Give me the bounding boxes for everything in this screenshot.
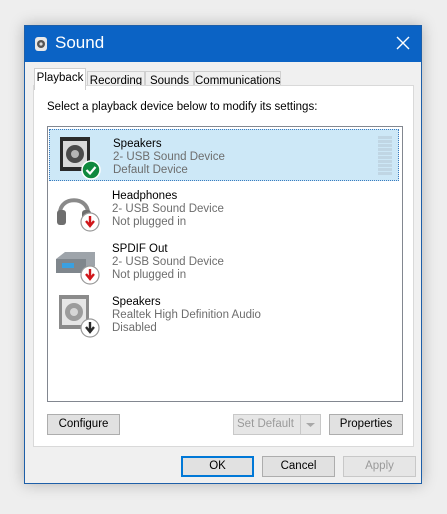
set-default-button[interactable]: Set Default — [233, 414, 321, 435]
device-item-headphones[interactable]: Headphones 2- USB Sound Device Not plugg… — [49, 182, 399, 234]
apply-button[interactable]: Apply — [343, 456, 416, 477]
device-description: 2- USB Sound Device — [112, 203, 224, 215]
spdif-icon — [56, 252, 100, 285]
device-description: Realtek High Definition Audio — [112, 309, 261, 321]
instruction-text: Select a playback device below to modify… — [47, 101, 318, 113]
sound-dialog: Sound Playback Recording Sounds Communic… — [24, 25, 422, 484]
ok-button[interactable]: OK — [181, 456, 254, 477]
volume-level-meter — [378, 136, 392, 176]
device-status: Disabled — [112, 322, 157, 334]
speaker-icon — [35, 37, 47, 51]
cancel-button[interactable]: Cancel — [262, 456, 335, 477]
headphones-icon — [57, 198, 100, 232]
device-description: 2- USB Sound Device — [113, 151, 225, 163]
device-name: Speakers — [113, 138, 162, 150]
device-item-speakers-realtek[interactable]: Speakers Realtek High Definition Audio D… — [49, 288, 399, 340]
device-list[interactable]: Speakers 2- USB Sound Device Default Dev… — [47, 126, 403, 402]
device-item-spdif-out[interactable]: SPDIF Out 2- USB Sound Device Not plugge… — [49, 235, 399, 287]
tab-playback[interactable]: Playback — [34, 68, 86, 90]
speaker-icon — [59, 295, 100, 338]
title-bar[interactable]: Sound — [25, 26, 421, 62]
device-description: 2- USB Sound Device — [112, 256, 224, 268]
set-default-label: Set Default — [237, 418, 294, 430]
device-status: Default Device — [113, 164, 188, 176]
close-icon[interactable] — [395, 35, 411, 51]
speaker-icon — [60, 137, 101, 180]
window-title: Sound — [55, 33, 105, 52]
chevron-down-icon — [306, 423, 315, 427]
device-name: Headphones — [112, 190, 178, 202]
device-status: Not plugged in — [112, 216, 187, 228]
playback-panel: Select a playback device below to modify… — [33, 85, 414, 447]
properties-button[interactable]: Properties — [329, 414, 403, 435]
device-name: SPDIF Out — [112, 243, 168, 255]
configure-button[interactable]: Configure — [47, 414, 120, 435]
device-item-speakers-usb[interactable]: Speakers 2- USB Sound Device Default Dev… — [49, 129, 399, 181]
device-status: Not plugged in — [112, 269, 187, 281]
set-default-dropdown[interactable] — [300, 415, 320, 434]
device-name: Speakers — [112, 296, 161, 308]
